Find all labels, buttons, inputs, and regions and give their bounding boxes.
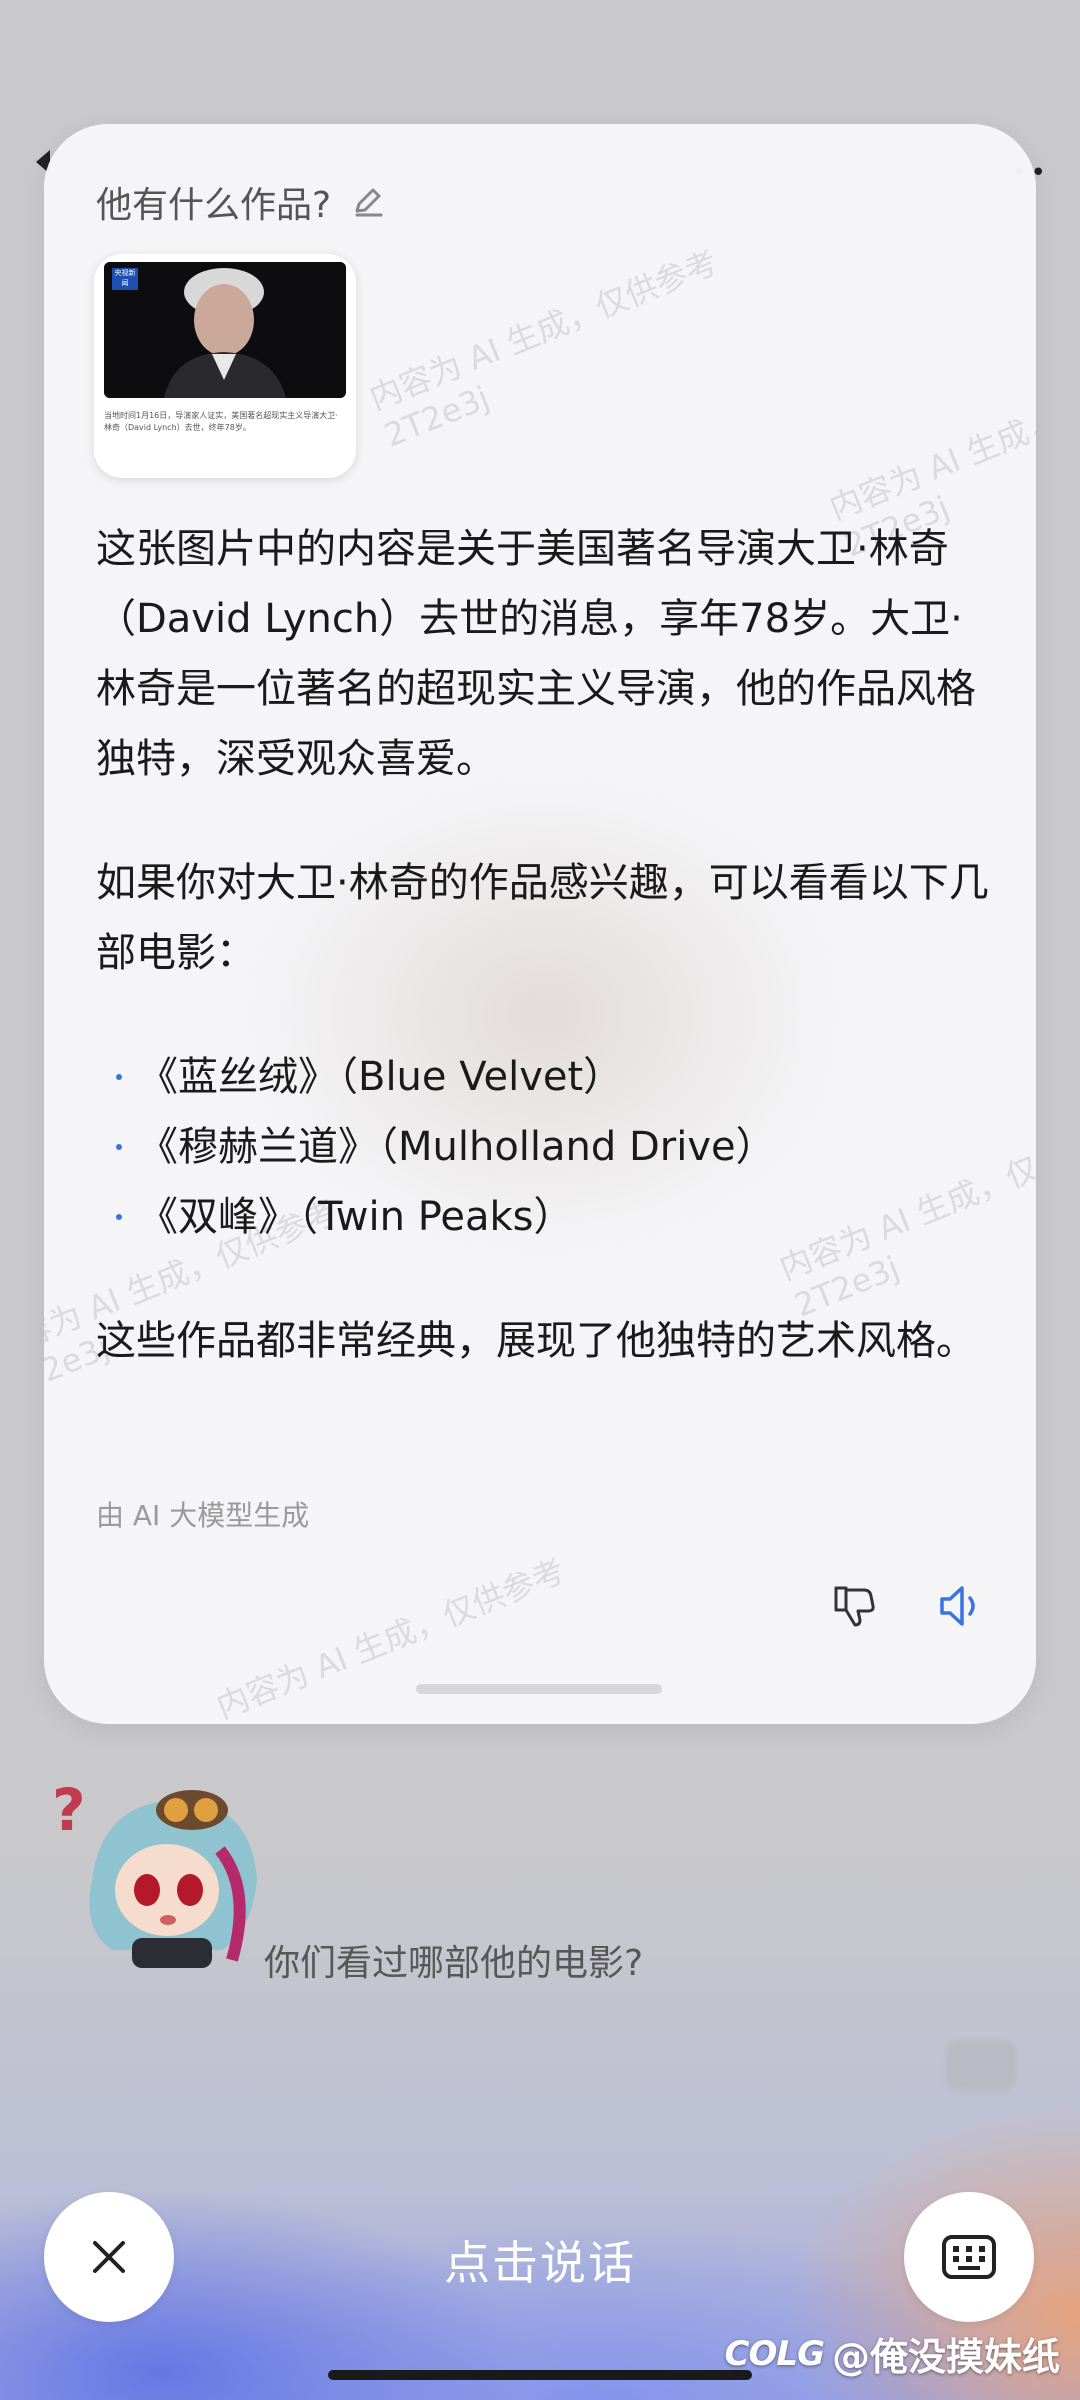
news-caption: 当地时间1月16日，导演家人证实，美国著名超现实主义导演大卫·林奇（David … — [104, 411, 338, 432]
answer-card: 内容为 AI 生成，仅供参考 2T2e3j 内容为 AI 生成，仅供参考 2T2e3… — [44, 124, 1036, 1724]
bullet-icon — [116, 1214, 122, 1220]
list-item: 《双峰》（Twin Peaks） — [96, 1182, 996, 1252]
tap-to-speak-button[interactable]: 点击说话 — [340, 2224, 740, 2296]
list-item: 《穆赫兰道》（Mulholland Drive） — [96, 1112, 996, 1182]
keyboard-button[interactable] — [904, 2192, 1034, 2322]
bullet-icon — [116, 1074, 122, 1080]
news-badge: 央视新闻 — [112, 268, 138, 290]
thumbs-down-icon[interactable] — [830, 1582, 878, 1634]
blurred-element — [946, 2040, 1016, 2090]
chat-message: 你们看过哪部他的电影? — [264, 1943, 644, 1984]
question-row[interactable]: 他有什么作品? — [96, 176, 385, 228]
film-list: 《蓝丝绒》（Blue Velvet） 《穆赫兰道》（Mulholland Dri… — [96, 1042, 996, 1252]
answer-text: 这张图片中的内容是关于美国著名导演大卫·林奇（David Lynch）去世的消息… — [96, 514, 996, 1376]
close-button[interactable] — [44, 2192, 174, 2322]
close-icon — [93, 2241, 125, 2273]
colg-logo: COLG — [724, 2333, 825, 2374]
bullet-icon — [116, 1144, 122, 1150]
watermark: 内容为 AI 生成，仅供参考 — [211, 1551, 571, 1724]
card-drag-handle[interactable] — [416, 1684, 662, 1694]
edit-icon[interactable] — [351, 185, 385, 219]
credit-user: @俺没摸妹纸 — [831, 2335, 1060, 2379]
answer-paragraph: 这张图片中的内容是关于美国著名导演大卫·林奇（David Lynch）去世的消息… — [96, 526, 976, 782]
watermark: 内容为 AI 生成，仅供参考 2T2e3j — [364, 243, 723, 455]
character-avatar: ? — [52, 1770, 272, 1974]
news-photo: 央视新闻 — [104, 262, 346, 398]
answer-paragraph: 这些作品都非常经典，展现了他独特的艺术风格。 — [96, 1318, 976, 1364]
answer-paragraph: 如果你对大卫·林奇的作品感兴趣，可以看看以下几部电影： — [96, 860, 989, 976]
image-thumbnail[interactable]: 央视新闻 当地时间1月16日，导演家人证实，美国著名超现实主义导演大卫·林奇（D… — [94, 254, 356, 478]
home-indicator[interactable] — [328, 2370, 752, 2380]
svg-text:?: ? — [52, 1776, 86, 1844]
keyboard-icon — [942, 2235, 996, 2279]
source-credit: COLG @俺没摸妹纸 — [725, 2326, 1060, 2381]
list-item: 《蓝丝绒》（Blue Velvet） — [96, 1042, 996, 1112]
ai-generated-note: 由 AI 大模型生成 — [96, 1499, 310, 1532]
question-text: 他有什么作品? — [96, 185, 332, 226]
speaker-icon[interactable] — [936, 1580, 988, 1636]
